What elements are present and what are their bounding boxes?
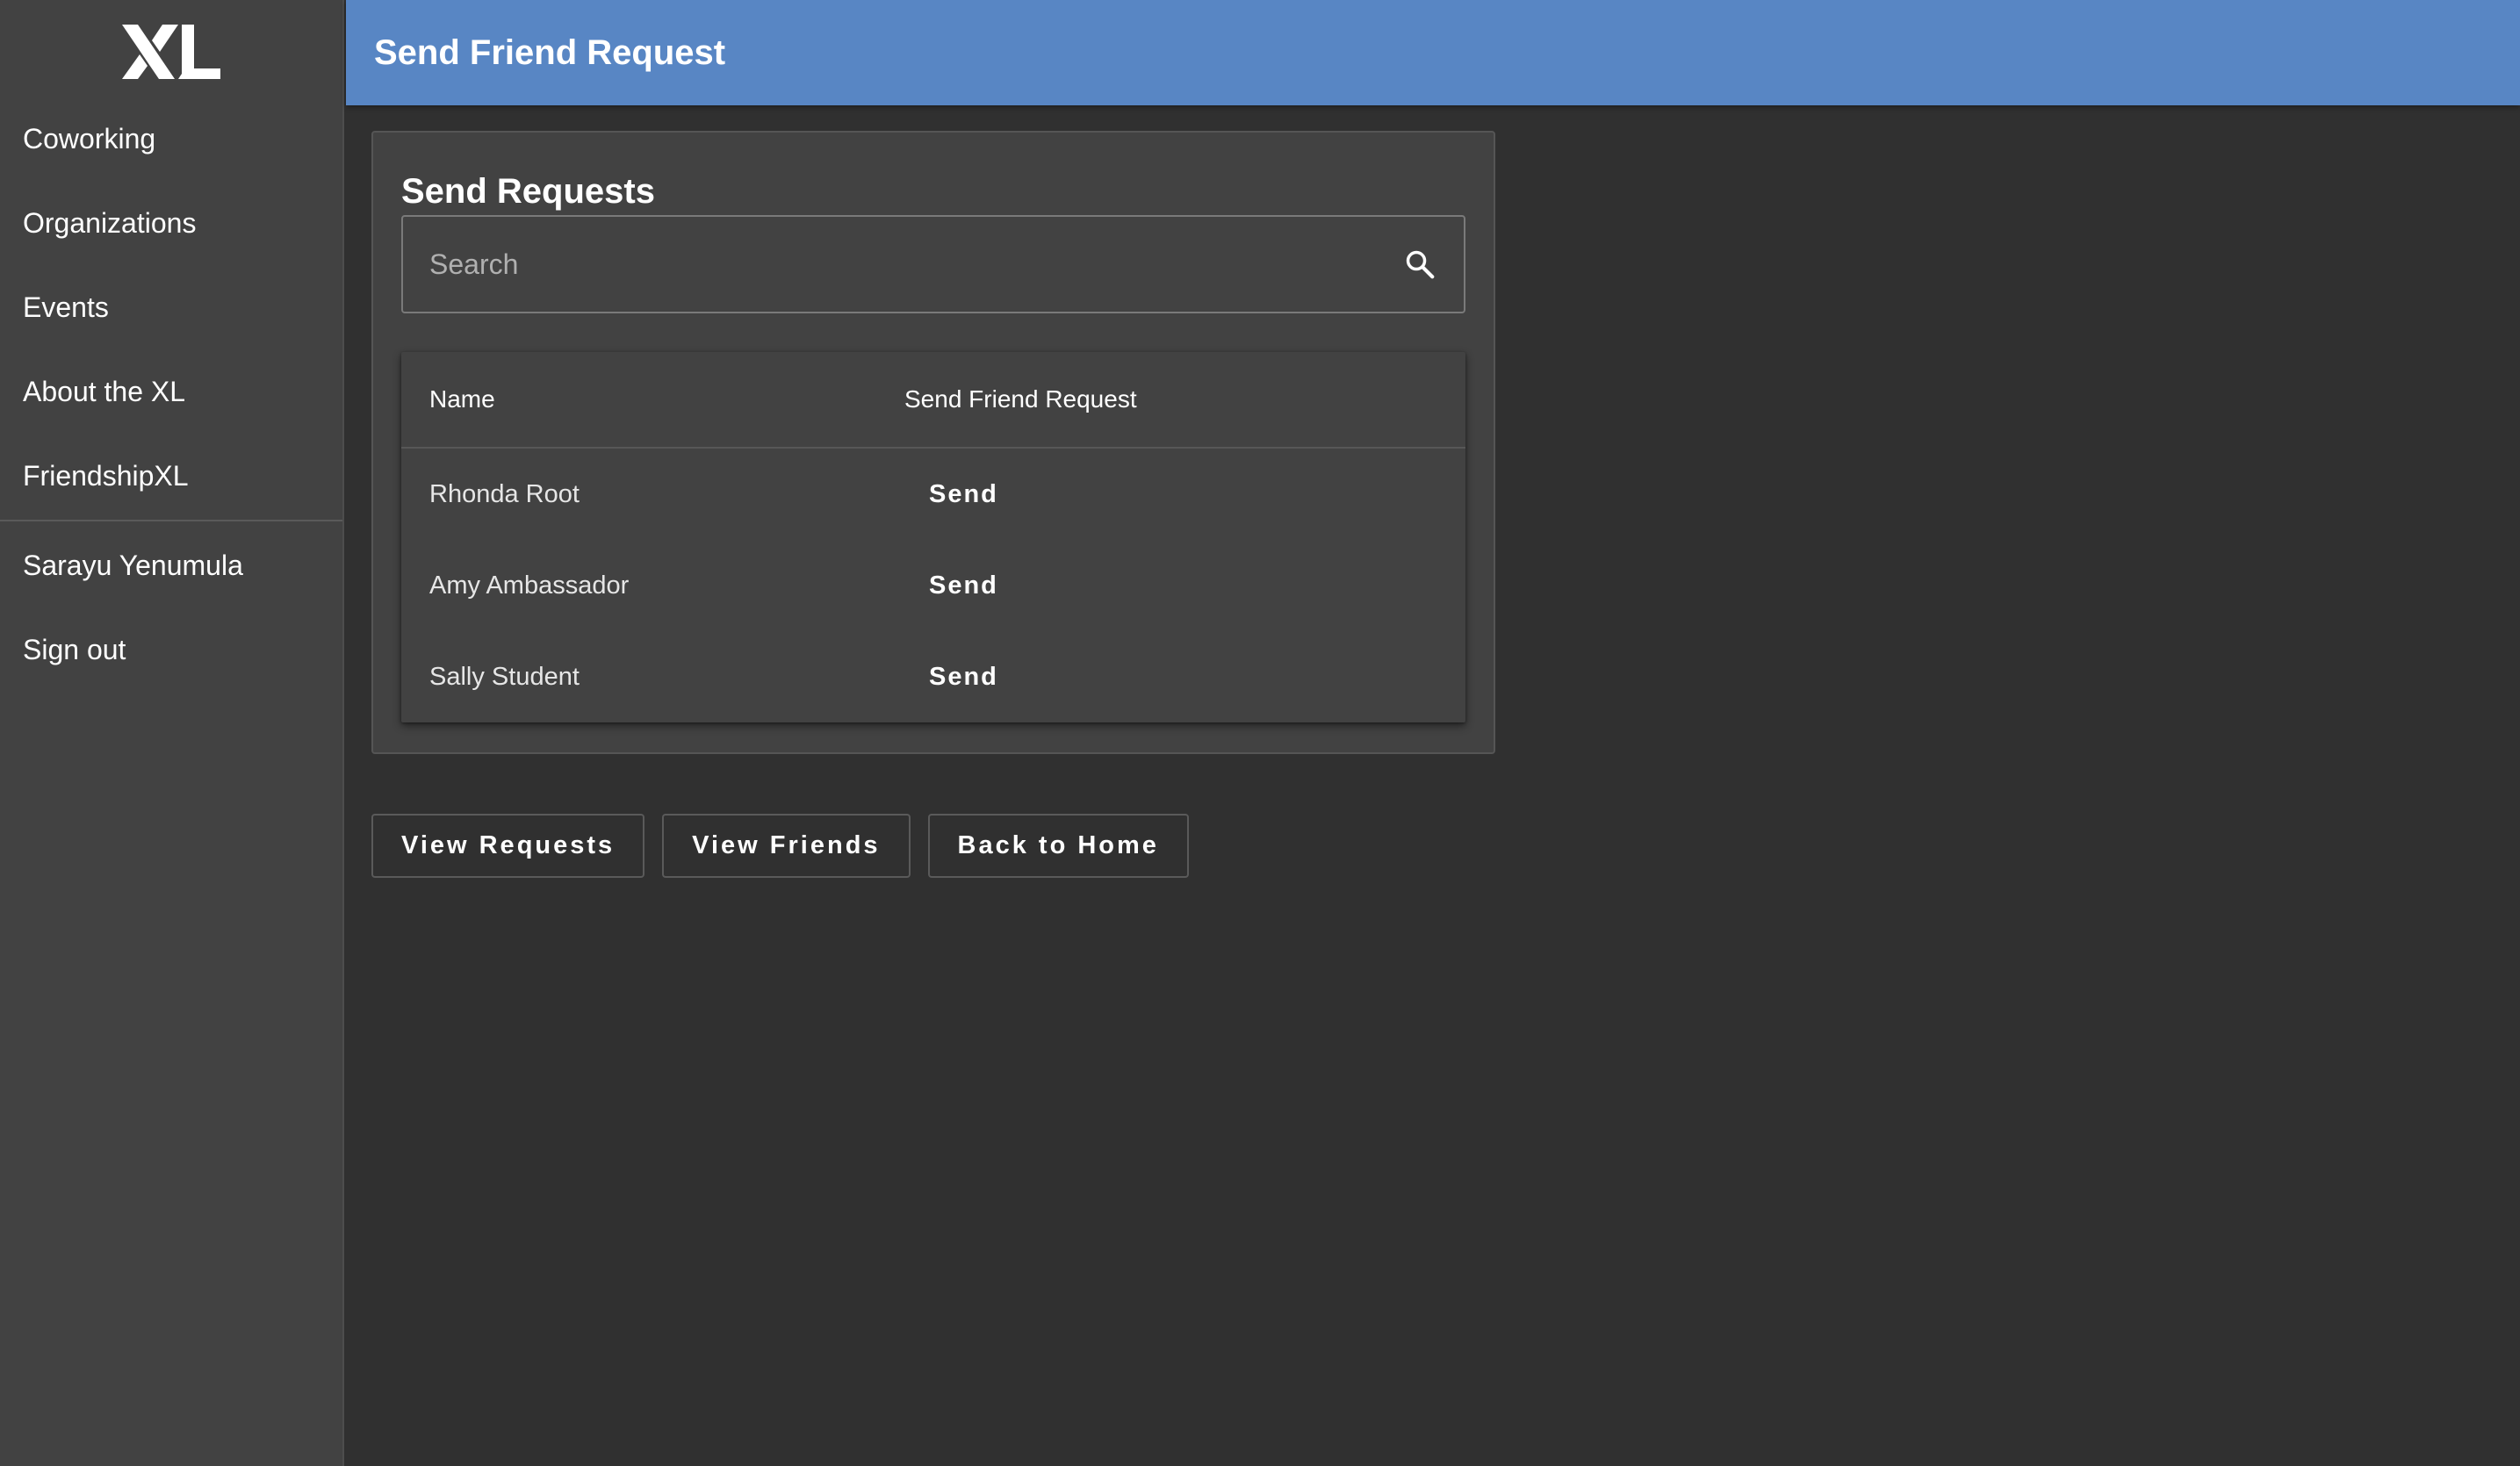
sidebar-item-events[interactable]: Events bbox=[0, 265, 342, 349]
xl-logo-icon bbox=[122, 25, 220, 79]
sidebar-item-coworking[interactable]: Coworking bbox=[0, 97, 342, 181]
column-header-name: Name bbox=[429, 385, 495, 413]
user-name: Rhonda Root bbox=[429, 479, 580, 508]
sidebar-nav: Coworking Organizations Events About the… bbox=[0, 97, 342, 518]
page-actions: View Requests View Friends Back to Home bbox=[371, 814, 1189, 878]
view-friends-button[interactable]: View Friends bbox=[662, 814, 911, 878]
back-to-home-button[interactable]: Back to Home bbox=[927, 814, 1189, 878]
user-name: Sally Student bbox=[429, 662, 580, 691]
send-request-button[interactable]: Send bbox=[904, 559, 1023, 613]
send-request-button[interactable]: Send bbox=[904, 650, 1023, 704]
top-app-bar: Send Friend Request bbox=[346, 0, 2520, 105]
table-header: Name Send Friend Request bbox=[401, 352, 1465, 449]
column-header-send: Send Friend Request bbox=[904, 385, 1137, 413]
sidebar-item-organizations[interactable]: Organizations bbox=[0, 181, 342, 265]
table-row: Sally Student Send bbox=[401, 631, 1465, 722]
sidebar-user-nav: Sarayu Yenumula Sign out bbox=[0, 523, 342, 692]
sidebar: Coworking Organizations Events About the… bbox=[0, 0, 344, 1466]
search-input[interactable] bbox=[429, 248, 1400, 281]
user-name: Amy Ambassador bbox=[429, 571, 630, 600]
view-requests-button[interactable]: View Requests bbox=[371, 814, 645, 878]
send-requests-card: Send Requests Name Send Friend Request R… bbox=[371, 131, 1495, 754]
sidebar-divider bbox=[0, 520, 342, 521]
sidebar-item-profile[interactable]: Sarayu Yenumula bbox=[0, 523, 342, 607]
table-row: Amy Ambassador Send bbox=[401, 540, 1465, 631]
sidebar-item-sign-out[interactable]: Sign out bbox=[0, 607, 342, 692]
search-field[interactable] bbox=[401, 215, 1465, 313]
search-icon-svg bbox=[1406, 250, 1435, 279]
sidebar-item-friendshipxl[interactable]: FriendshipXL bbox=[0, 434, 342, 518]
sidebar-item-about[interactable]: About the XL bbox=[0, 349, 342, 434]
search-icon[interactable] bbox=[1400, 245, 1439, 284]
table-row: Rhonda Root Send bbox=[401, 449, 1465, 540]
send-request-button[interactable]: Send bbox=[904, 468, 1023, 521]
users-table: Name Send Friend Request Rhonda Root Sen… bbox=[401, 352, 1465, 722]
xl-logo[interactable] bbox=[0, 0, 342, 97]
page-title: Send Friend Request bbox=[374, 32, 726, 72]
card-title: Send Requests bbox=[401, 172, 655, 211]
